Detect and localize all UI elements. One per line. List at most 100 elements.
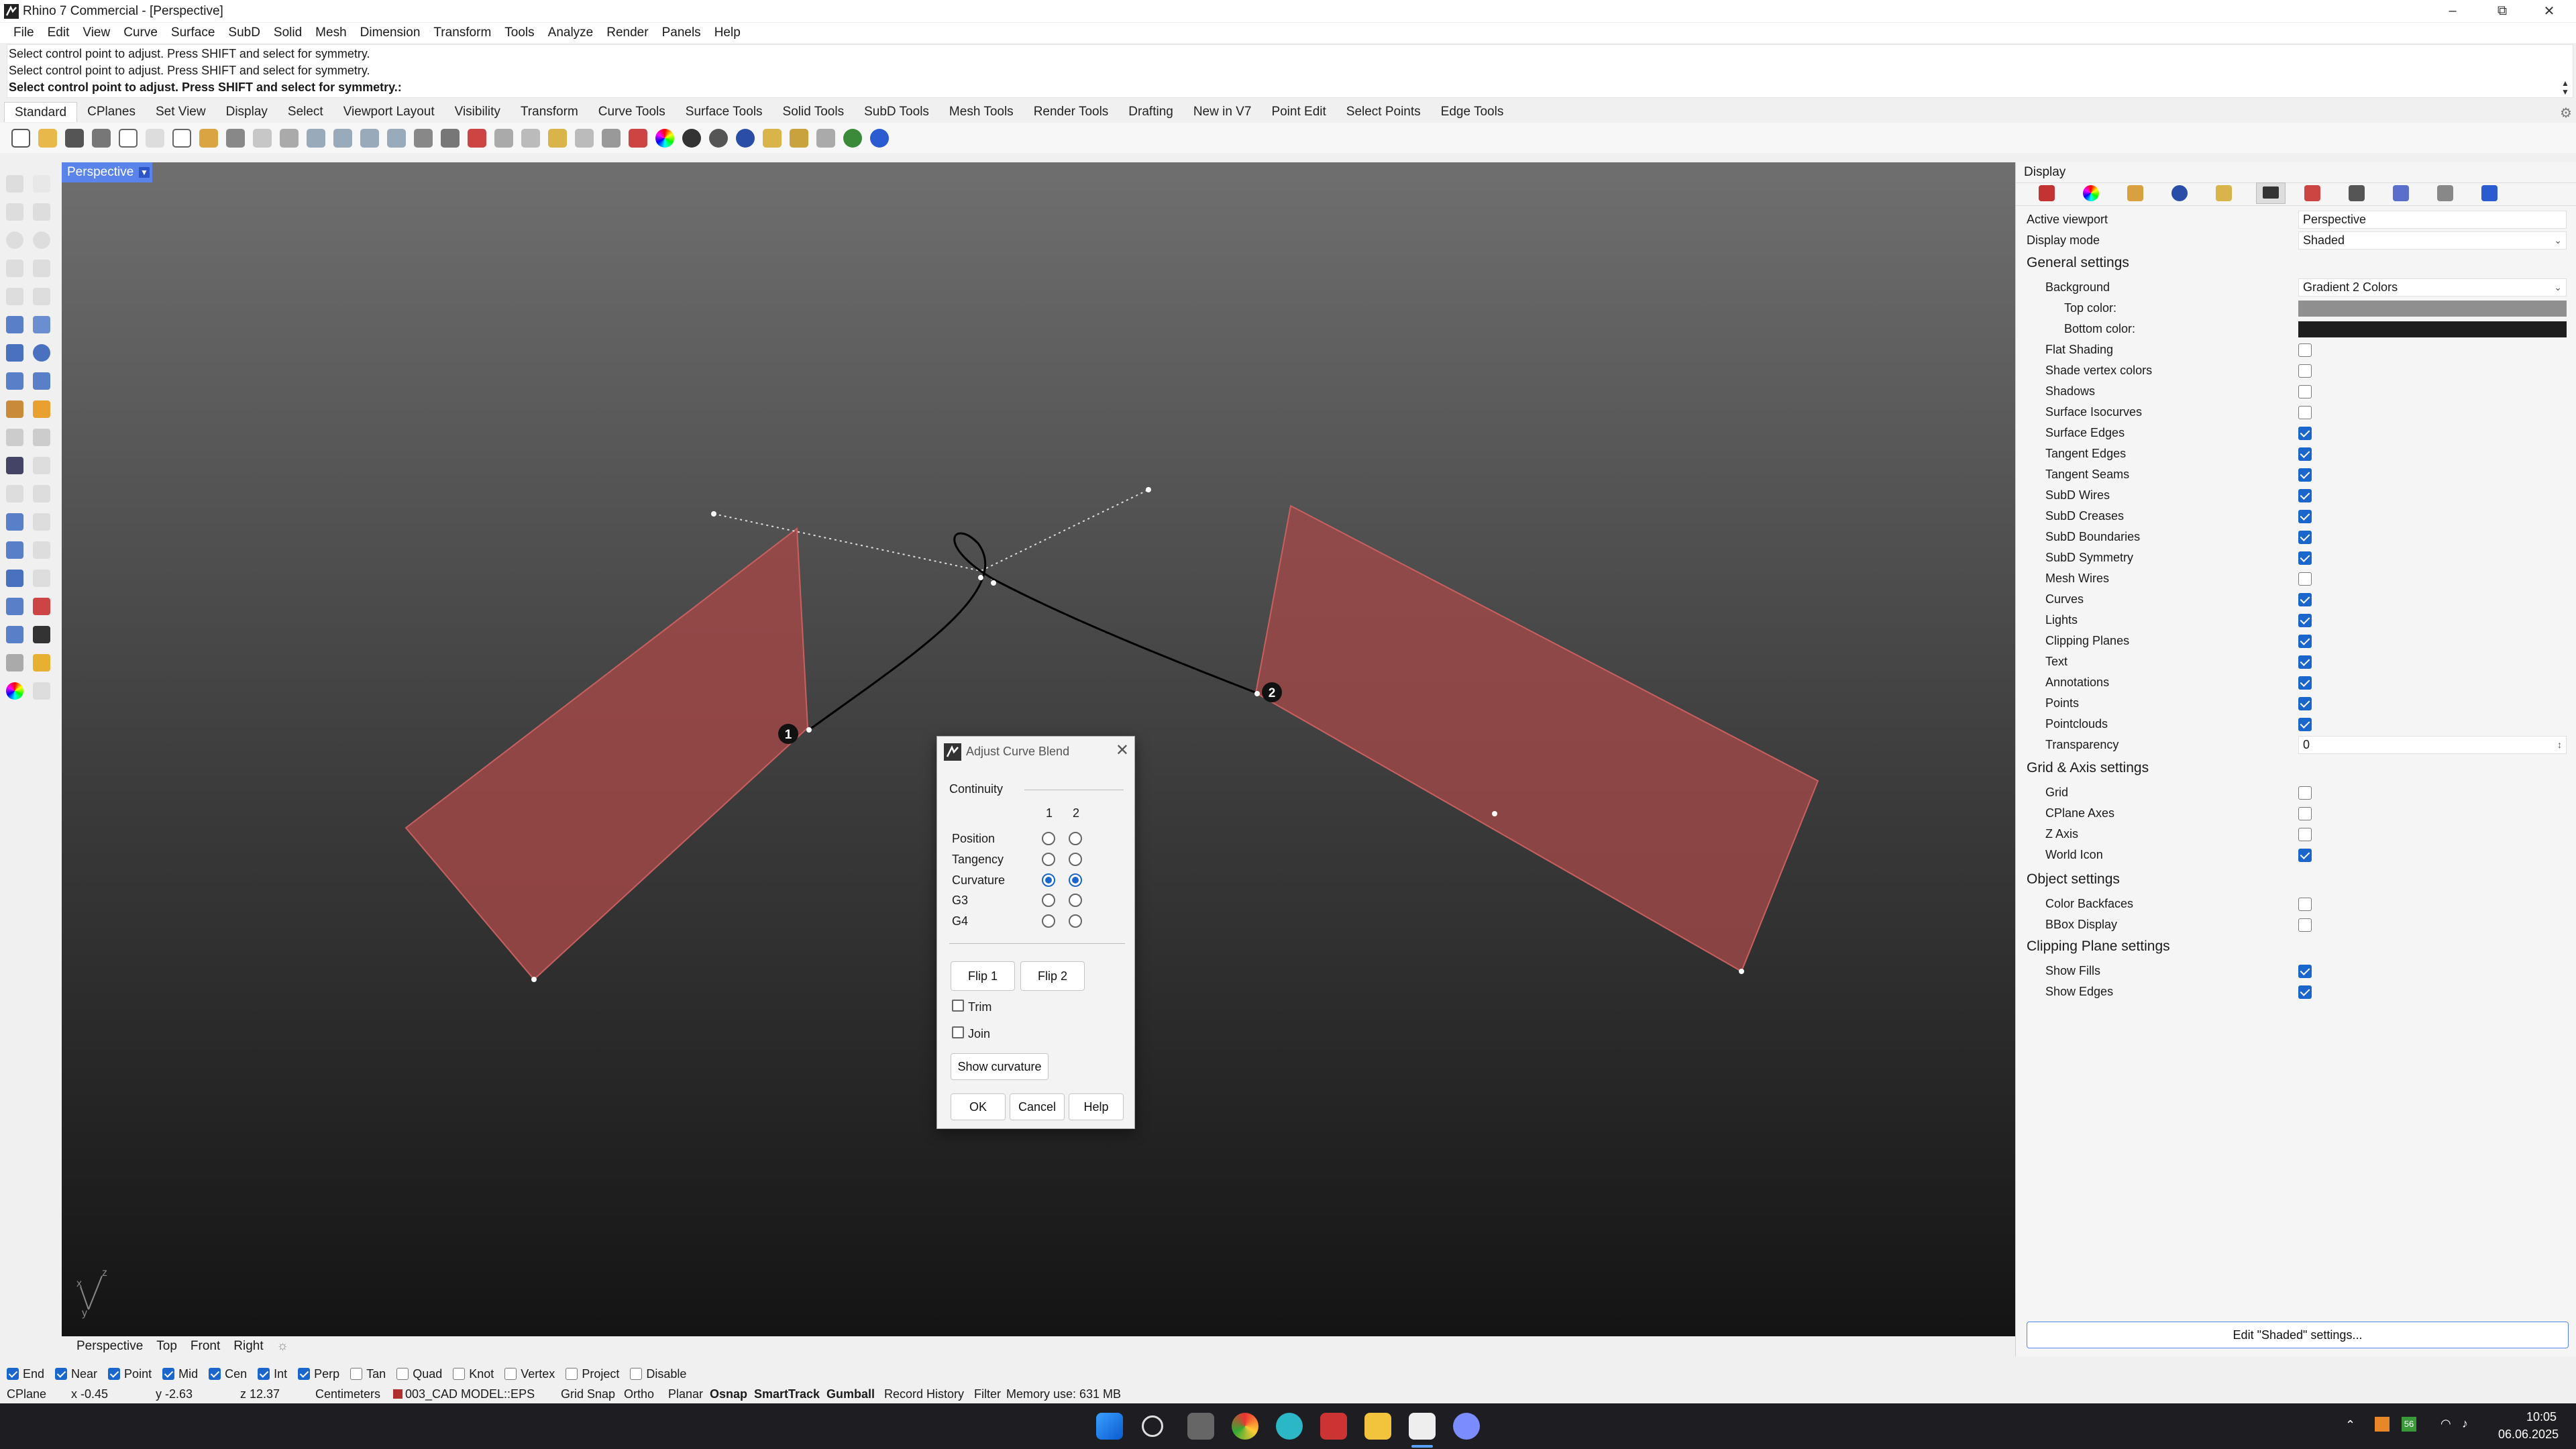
split-icon[interactable] — [30, 425, 54, 449]
help-button[interactable]: Help — [1069, 1093, 1124, 1120]
current-layer[interactable]: 003_CAD MODEL::EPS — [405, 1385, 535, 1403]
dimension-icon[interactable] — [30, 510, 54, 534]
curvature-2-radio[interactable] — [1069, 873, 1082, 887]
setting-checkbox[interactable] — [2298, 593, 2312, 606]
pan-icon[interactable] — [250, 125, 275, 151]
cut-icon[interactable] — [142, 125, 168, 151]
scroll-up-icon[interactable]: ▲ — [2558, 78, 2573, 88]
background-select[interactable]: Gradient 2 Colors ⌄ — [2298, 278, 2567, 297]
subd-icon[interactable] — [30, 369, 54, 393]
setting-checkbox[interactable] — [2298, 343, 2312, 357]
setting-checkbox[interactable] — [2298, 786, 2312, 800]
menu-view[interactable]: View — [76, 23, 117, 43]
tab-cplanes[interactable]: CPlanes — [77, 102, 146, 122]
render-icon[interactable] — [733, 125, 758, 151]
boolean-icon[interactable] — [3, 397, 27, 421]
setting-checkbox[interactable] — [2298, 828, 2312, 841]
menu-tools[interactable]: Tools — [498, 23, 541, 43]
osnap-item[interactable]: Vertex — [504, 1367, 555, 1381]
analyze-icon[interactable] — [3, 453, 27, 478]
explode-icon[interactable] — [30, 482, 54, 506]
app-icon[interactable] — [1276, 1413, 1303, 1440]
planar-toggle[interactable]: Planar — [668, 1385, 703, 1403]
menu-edit[interactable]: Edit — [41, 23, 76, 43]
properties-icon[interactable] — [2039, 185, 2055, 201]
check-icon[interactable] — [30, 623, 54, 647]
lights-icon[interactable] — [2127, 185, 2143, 201]
command-prompt[interactable]: Select control point to adjust. Press SH… — [9, 79, 402, 95]
osnap-checkbox[interactable] — [504, 1368, 517, 1380]
osnap-checkbox[interactable] — [55, 1368, 68, 1380]
menu-subd[interactable]: SubD — [221, 23, 267, 43]
transform-icon[interactable] — [3, 538, 27, 562]
setting-checkbox[interactable] — [2298, 918, 2312, 932]
osnap-item[interactable]: Near — [55, 1367, 97, 1381]
point-icon[interactable] — [30, 172, 54, 196]
minimize-button[interactable]: – — [2426, 0, 2479, 22]
top-color-swatch[interactable] — [2298, 301, 2567, 317]
menu-render[interactable]: Render — [600, 23, 655, 43]
four-viewports-icon[interactable] — [437, 125, 463, 151]
active-viewport-field[interactable]: Perspective — [2298, 211, 2567, 229]
speaker-icon[interactable]: ♪ — [2462, 1417, 2468, 1431]
group-icon[interactable] — [30, 566, 54, 590]
osnap-checkbox[interactable] — [350, 1368, 363, 1380]
tab-front[interactable]: Front — [184, 1339, 227, 1354]
menu-mesh[interactable]: Mesh — [309, 23, 353, 43]
search-icon[interactable] — [1142, 1415, 1163, 1437]
select-all-icon[interactable] — [491, 125, 517, 151]
zoom-icon[interactable] — [303, 125, 329, 151]
setting-checkbox[interactable] — [2298, 385, 2312, 398]
rectangle-icon[interactable] — [30, 256, 54, 280]
osnap-item[interactable]: Cen — [209, 1367, 247, 1381]
setting-checkbox[interactable] — [2298, 531, 2312, 544]
add-viewport-icon[interactable]: ☼ — [270, 1339, 295, 1354]
join-checkbox[interactable] — [952, 1026, 964, 1038]
osnap-checkbox[interactable] — [162, 1368, 175, 1380]
g4-1-radio[interactable] — [1042, 914, 1055, 928]
render-preview-icon[interactable] — [706, 125, 731, 151]
color-wheel-icon[interactable] — [652, 125, 678, 151]
osnap-item[interactable]: Quad — [396, 1367, 442, 1381]
osnap-item[interactable]: Disable — [630, 1367, 686, 1381]
tab-new-in-v7[interactable]: New in V7 — [1183, 102, 1262, 122]
setting-checkbox[interactable] — [2298, 676, 2312, 690]
tray-app-icon[interactable] — [2375, 1417, 2390, 1432]
flip-2-button[interactable]: Flip 2 — [1020, 961, 1085, 991]
clock-date[interactable]: 06.06.2025 — [2498, 1428, 2559, 1442]
edit-shaded-settings-button[interactable]: Edit "Shaded" settings... — [2027, 1322, 2569, 1348]
tray-badge[interactable]: 56 — [2402, 1417, 2416, 1432]
join-icon[interactable] — [3, 482, 27, 506]
tab-solid-tools[interactable]: Solid Tools — [773, 102, 855, 122]
cplane-icon[interactable] — [464, 125, 490, 151]
box-icon[interactable] — [3, 341, 27, 365]
tab-display[interactable]: Display — [216, 102, 278, 122]
extrude-icon[interactable] — [30, 313, 54, 337]
files-icon[interactable] — [2216, 185, 2232, 201]
open-folder-icon[interactable] — [35, 125, 60, 151]
osnap-checkbox[interactable] — [396, 1368, 409, 1380]
hide-icon[interactable] — [518, 125, 543, 151]
tab-curve-tools[interactable]: Curve Tools — [588, 102, 676, 122]
g3-1-radio[interactable] — [1042, 894, 1055, 907]
polyline-icon[interactable] — [3, 200, 27, 224]
menu-solid[interactable]: Solid — [267, 23, 309, 43]
osnap-item[interactable]: Perp — [298, 1367, 339, 1381]
setting-checkbox[interactable] — [2298, 635, 2312, 648]
undo-view-icon[interactable] — [411, 125, 436, 151]
tab-transform[interactable]: Transform — [511, 102, 588, 122]
menu-curve[interactable]: Curve — [117, 23, 164, 43]
osnap-item[interactable]: Knot — [453, 1367, 494, 1381]
menu-surface[interactable]: Surface — [164, 23, 221, 43]
setting-checkbox[interactable] — [2298, 447, 2312, 461]
zoom-selected-icon[interactable] — [384, 125, 409, 151]
osnap-checkbox[interactable] — [209, 1368, 221, 1380]
setting-checkbox[interactable] — [2298, 849, 2312, 862]
display-mode-select[interactable]: Shaded ⌄ — [2298, 231, 2567, 250]
setting-checkbox[interactable] — [2298, 572, 2312, 586]
setting-checkbox[interactable] — [2298, 510, 2312, 523]
tab-perspective[interactable]: Perspective — [70, 1339, 150, 1354]
zoom-window-icon[interactable] — [330, 125, 356, 151]
tab-viewport-layout[interactable]: Viewport Layout — [333, 102, 445, 122]
setting-checkbox[interactable] — [2298, 489, 2312, 502]
